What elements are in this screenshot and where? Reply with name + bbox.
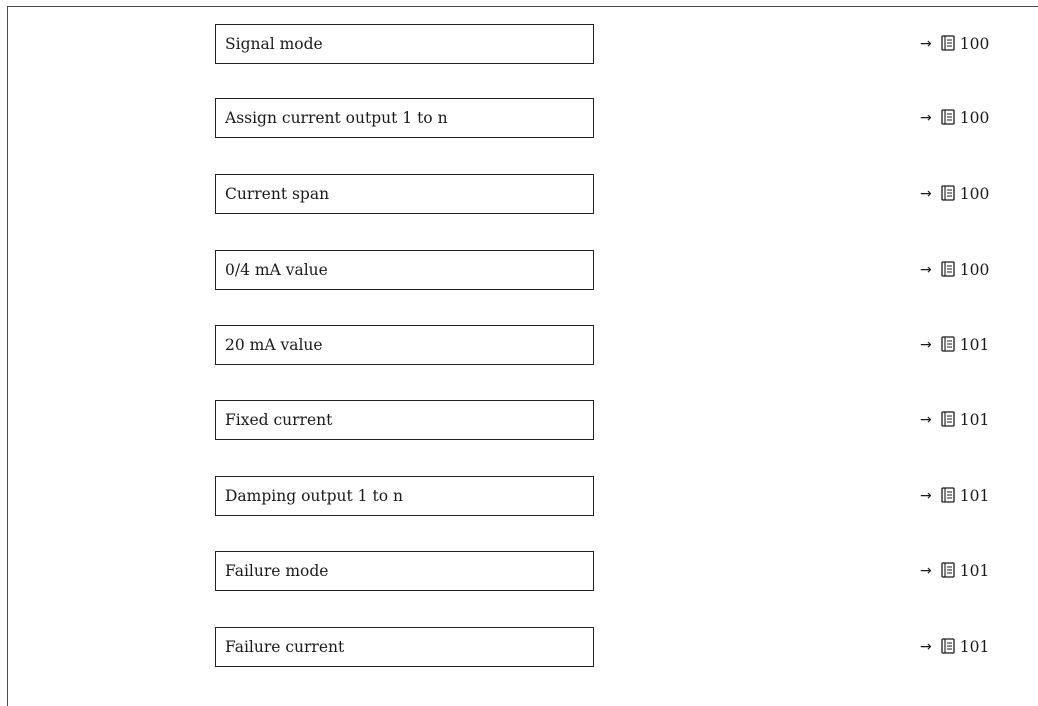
- page-number: 100: [959, 35, 990, 53]
- page-reference-book-icon: [941, 35, 955, 51]
- parameter-box[interactable]: 20 mA value: [215, 325, 594, 365]
- arrow-right-icon: →: [920, 262, 932, 278]
- page-reference-link[interactable]: → 100: [920, 174, 989, 214]
- arrow-right-icon: →: [920, 488, 932, 504]
- parameter-label: Signal mode: [225, 35, 323, 53]
- page-reference-book-icon: [941, 562, 955, 578]
- page-reference-link[interactable]: → 101: [920, 476, 989, 516]
- parameter-box[interactable]: Failure mode: [215, 551, 594, 591]
- parameter-row: Current span → 100: [0, 174, 1038, 214]
- page-reference-book-icon: [941, 638, 955, 654]
- page-reference-book-icon: [941, 109, 955, 125]
- page-reference-book-icon: [941, 411, 955, 427]
- parameter-label: Fixed current: [225, 411, 333, 429]
- parameter-box[interactable]: Damping output 1 to n: [215, 476, 594, 516]
- page-reference-link[interactable]: → 100: [920, 250, 989, 290]
- parameter-label: 0/4 mA value: [225, 261, 328, 279]
- arrow-right-icon: →: [920, 337, 932, 353]
- page-reference-link[interactable]: → 101: [920, 551, 989, 591]
- page-reference-link[interactable]: → 101: [920, 325, 989, 365]
- parameter-label: Failure mode: [225, 562, 329, 580]
- arrow-right-icon: →: [920, 110, 932, 126]
- parameter-row: Damping output 1 to n → 101: [0, 476, 1038, 516]
- parameter-box[interactable]: Current span: [215, 174, 594, 214]
- parameter-label: Damping output 1 to n: [225, 487, 403, 505]
- page-number: 100: [959, 185, 990, 203]
- page-reference-link[interactable]: → 101: [920, 627, 989, 667]
- parameter-row: Failure mode → 101: [0, 551, 1038, 591]
- page-number: 101: [959, 638, 990, 656]
- parameter-label: Current span: [225, 185, 330, 203]
- parameter-label: Assign current output 1 to n: [225, 109, 448, 127]
- arrow-right-icon: →: [920, 186, 932, 202]
- page-number: 101: [959, 336, 990, 354]
- parameter-row: Failure current → 101: [0, 627, 1038, 667]
- parameter-label: Failure current: [225, 638, 345, 656]
- page-number: 100: [959, 261, 990, 279]
- parameter-box[interactable]: 0/4 mA value: [215, 250, 594, 290]
- parameter-row: Fixed current → 101: [0, 400, 1038, 440]
- page-number: 101: [959, 411, 990, 429]
- page-reference-link[interactable]: → 100: [920, 24, 989, 64]
- arrow-right-icon: →: [920, 412, 932, 428]
- parameter-row: Signal mode → 100: [0, 24, 1038, 64]
- arrow-right-icon: →: [920, 563, 932, 579]
- parameter-box[interactable]: Failure current: [215, 627, 594, 667]
- parameter-label: 20 mA value: [225, 336, 323, 354]
- page-reference-book-icon: [941, 261, 955, 277]
- page-number: 100: [959, 109, 990, 127]
- parameter-box[interactable]: Fixed current: [215, 400, 594, 440]
- page-reference-link[interactable]: → 100: [920, 98, 989, 138]
- parameter-row: 0/4 mA value → 100: [0, 250, 1038, 290]
- parameter-row: 20 mA value → 101: [0, 325, 1038, 365]
- parameter-box[interactable]: Assign current output 1 to n: [215, 98, 594, 138]
- parameter-box[interactable]: Signal mode: [215, 24, 594, 64]
- page-reference-book-icon: [941, 336, 955, 352]
- page-number: 101: [959, 562, 990, 580]
- page-reference-book-icon: [941, 487, 955, 503]
- page-reference-book-icon: [941, 185, 955, 201]
- page-reference-link[interactable]: → 101: [920, 400, 989, 440]
- arrow-right-icon: →: [920, 639, 932, 655]
- page-number: 101: [959, 487, 990, 505]
- arrow-right-icon: →: [920, 36, 932, 52]
- parameter-row: Assign current output 1 to n → 100: [0, 98, 1038, 138]
